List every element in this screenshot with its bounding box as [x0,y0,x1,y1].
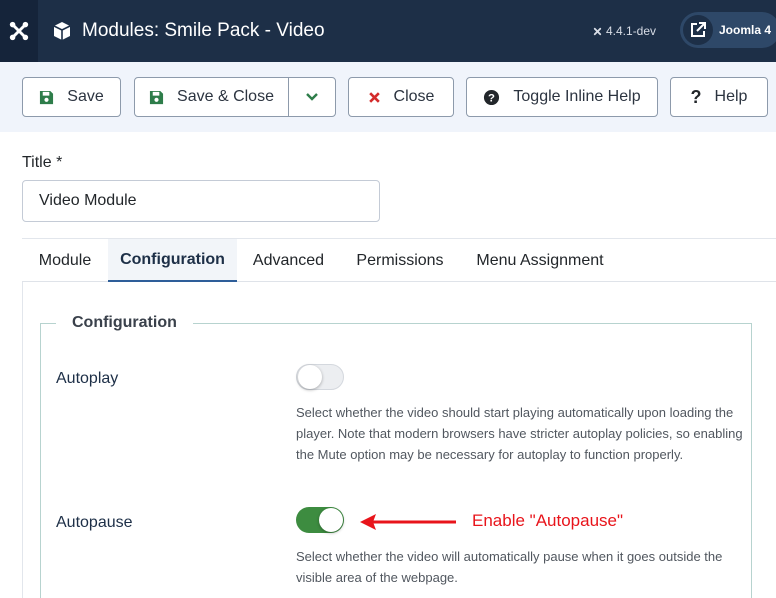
app-header: Modules: Smile Pack - Video 4.4.1-dev Jo… [0,0,776,62]
help-label: Help [714,88,748,105]
autoplay-label: Autoplay [56,370,119,387]
tab-permissions[interactable]: Permissions [340,239,460,283]
joomla-icon [9,21,29,41]
joomla-small-icon [593,27,602,35]
autopause-toggle[interactable] [296,507,344,533]
svg-text:?: ? [488,92,495,104]
tab-advanced[interactable]: Advanced [237,239,340,283]
version-badge: 4.4.1-dev [592,0,656,62]
save-icon [149,90,164,105]
fieldset-legend: Configuration [56,314,193,332]
close-icon [368,91,381,104]
toolbar: Save Save & Close Close ? Toggle Inline … [0,62,776,132]
chevron-down-icon [306,93,318,101]
page-title: Modules: Smile Pack - Video [52,0,325,62]
question-icon: ? [690,86,702,107]
page-title-text: Modules: Smile Pack - Video [82,20,325,41]
site-name: Joomla 4 [719,23,772,37]
save-close-button[interactable]: Save & Close [135,78,289,116]
autoplay-description: Select whether the video should start pl… [296,405,743,462]
view-site-button[interactable]: Joomla 4 [680,12,776,48]
toggle-help-label: Toggle Inline Help [513,88,641,105]
help-button[interactable]: ? Help [670,77,768,117]
tab-module[interactable]: Module [22,239,108,283]
annotation-text: Enable "Autopause" [472,511,624,530]
close-label: Close [393,88,435,105]
autoplay-toggle[interactable] [296,364,344,390]
close-button[interactable]: Close [348,77,454,117]
save-button[interactable]: Save [22,77,121,117]
joomla-logo[interactable] [0,0,38,62]
toggle-knob [319,508,343,532]
save-options-dropdown[interactable] [289,78,335,116]
autopause-label: Autopause [56,514,133,531]
tab-menu-assignment[interactable]: Menu Assignment [460,239,620,283]
autopause-description: Select whether the video will automatica… [296,549,723,585]
save-icon [39,90,54,105]
cube-icon [52,21,72,41]
question-circle-icon: ? [483,89,500,106]
save-close-label: Save & Close [177,88,274,105]
toggle-knob [298,365,322,389]
annotation-arrow-icon [360,514,456,530]
title-label: Title * [22,154,63,171]
external-link-icon [683,15,713,45]
tab-configuration[interactable]: Configuration [108,239,237,283]
title-input[interactable] [22,180,380,222]
save-label: Save [67,88,104,105]
toggle-inline-help-button[interactable]: ? Toggle Inline Help [466,77,658,117]
version-text: 4.4.1-dev [606,24,657,38]
tab-bar: Module Configuration Advanced Permission… [22,238,776,283]
save-close-group: Save & Close [134,77,336,117]
